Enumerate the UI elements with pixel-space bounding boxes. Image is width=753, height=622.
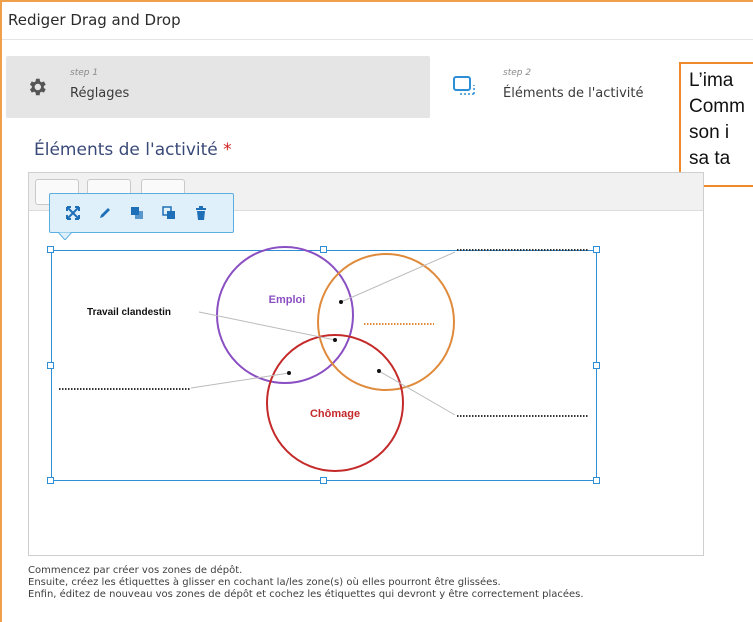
anchor-dot [333, 338, 337, 342]
step-number: step 1 [70, 68, 99, 78]
instruction-line: Ensuite, créez les étiquettes à glisser … [28, 577, 501, 588]
element-actions-popover [49, 193, 234, 240]
circle-orange [317, 253, 455, 391]
send-back-icon[interactable] [158, 202, 180, 224]
step-navigation: step 1 Réglages step 2 Éléments de l'act… [6, 56, 753, 118]
step-settings[interactable]: step 1 Réglages [6, 56, 430, 118]
callout-line: Comm [689, 96, 745, 117]
expand-icon[interactable] [62, 202, 84, 224]
pencil-icon[interactable] [94, 202, 116, 224]
gear-icon [26, 76, 48, 98]
leader-line [378, 370, 456, 416]
window-title: Rediger Drag and Drop [8, 11, 181, 29]
instruction-line: Commencez par créer vos zones de dépôt. [28, 565, 243, 576]
venn-diagram: Emploi Travail clandestin Chômage [59, 246, 589, 472]
label-chomage: Chômage [310, 408, 360, 420]
section-title: Éléments de l'activité * [34, 140, 232, 160]
circle-chomage [266, 334, 404, 472]
step-number: step 2 [503, 68, 532, 78]
required-marker: * [223, 140, 232, 160]
label-emploi: Emploi [269, 294, 306, 306]
annotation-callout: L’ima Comm son i sa ta [679, 62, 753, 187]
step-label: Réglages [70, 86, 130, 101]
instructions: Commencez par créer vos zones de dépôt. … [28, 565, 584, 601]
instruction-line: Enfin, éditez de nouveau vos zones de dé… [28, 589, 584, 600]
popover-pointer [58, 232, 72, 240]
anchor-dot [339, 300, 343, 304]
section-title-text: Éléments de l'activité [34, 140, 218, 160]
trash-icon[interactable] [190, 202, 212, 224]
callout-line: L’ima [689, 70, 734, 91]
leader-line [190, 372, 290, 389]
callout-line: son i [689, 122, 730, 143]
anchor-dot [287, 371, 291, 375]
anchor-dot [377, 369, 381, 373]
title-bar: Rediger Drag and Drop [2, 2, 753, 40]
label-travail-clandestin: Travail clandestin [87, 307, 171, 318]
callout-line: sa ta [689, 148, 731, 169]
step-label: Éléments de l'activité [503, 86, 644, 101]
bring-front-icon[interactable] [126, 202, 148, 224]
drop-zone-icon [452, 74, 478, 98]
